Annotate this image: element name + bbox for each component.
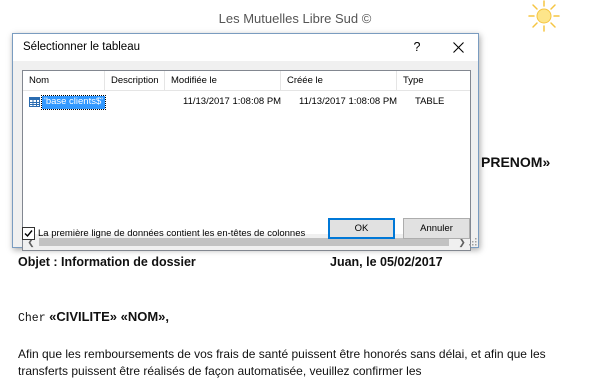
row-created-cell: 11/13/2017 1:08:08 PM	[299, 96, 398, 107]
row-name-cell[interactable]: 'base clients$'	[40, 95, 107, 110]
dialog-titlebar[interactable]: Sélectionner le tableau ?	[13, 34, 478, 61]
cancel-button[interactable]: Annuler	[403, 218, 470, 239]
resize-grip-icon[interactable]	[467, 236, 477, 246]
column-header-description[interactable]: Description	[105, 71, 165, 91]
ok-button[interactable]: OK	[328, 218, 395, 239]
close-button[interactable]	[445, 37, 471, 57]
sun-icon	[528, 0, 560, 32]
column-header-name[interactable]: Nom	[23, 71, 105, 91]
row-modified-cell: 11/13/2017 1:08:08 PM	[183, 96, 282, 107]
place-date: Juan, le 05/02/2017	[330, 255, 443, 269]
document-header: Les Mutuelles Libre Sud ©	[218, 11, 372, 26]
dialog-title: Sélectionner le tableau	[23, 41, 140, 53]
first-row-headers-checkbox[interactable]	[22, 227, 35, 240]
list-header: Nom Description Modifiée le Créée le Typ…	[23, 71, 470, 91]
row-type-cell: TABLE	[415, 96, 445, 107]
column-header-modified[interactable]: Modifiée le	[165, 71, 281, 91]
close-icon	[452, 42, 464, 53]
select-table-dialog: Sélectionner le tableau ? Nom Descriptio…	[12, 33, 479, 251]
column-header-type[interactable]: Type	[397, 71, 472, 91]
checkmark-icon	[24, 230, 33, 238]
first-row-headers-label[interactable]: La première ligne de données contient le…	[38, 227, 305, 240]
first-row-headers-option[interactable]: La première ligne de données contient le…	[22, 227, 322, 241]
salutation-prefix: Cher	[18, 312, 46, 325]
table-row[interactable]: 'base clients$' 11/13/2017 1:08:08 PM 11…	[23, 93, 470, 111]
salutation: Cher «CIVILITE» «NOM»,	[18, 309, 169, 325]
column-header-created[interactable]: Créée le	[281, 71, 397, 91]
body-paragraph: Afin que les remboursements de vos frais…	[18, 347, 546, 378]
help-button[interactable]: ?	[406, 37, 428, 57]
subject-line: Objet : Information de dossier	[18, 255, 196, 269]
table-icon	[29, 97, 40, 107]
salutation-merge-fields: «CIVILITE» «NOM»,	[49, 309, 170, 324]
merge-field-prenom: PRENOM»	[481, 154, 551, 170]
